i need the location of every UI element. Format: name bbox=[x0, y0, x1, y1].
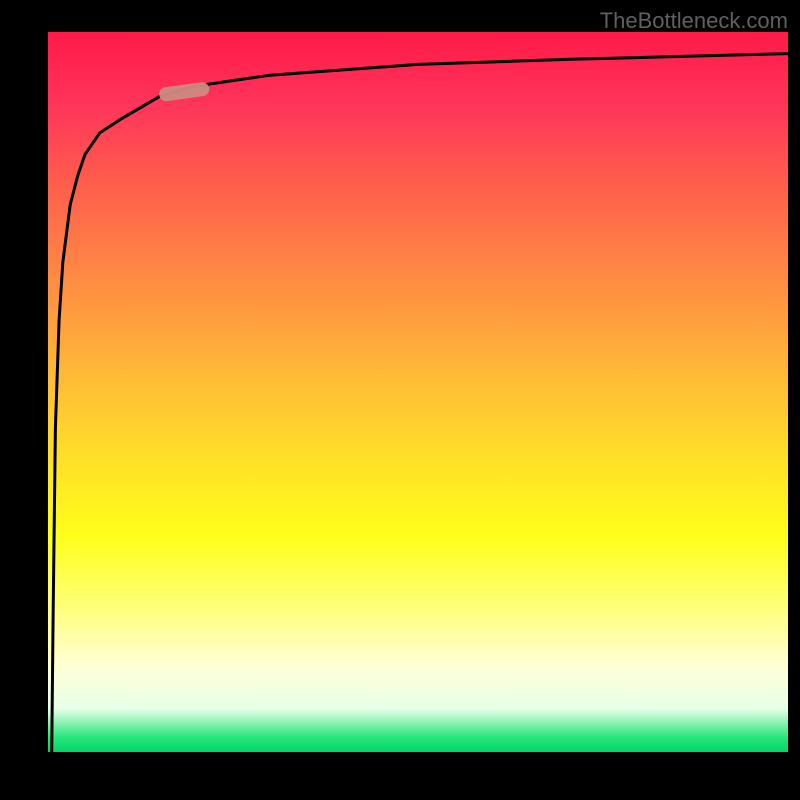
chart-svg bbox=[48, 32, 788, 752]
frame-bottom bbox=[0, 752, 800, 800]
highlight-marker bbox=[158, 81, 210, 102]
curve-line bbox=[52, 54, 788, 752]
y-axis bbox=[43, 32, 48, 752]
x-axis bbox=[43, 752, 788, 757]
watermark-text: TheBottleneck.com bbox=[600, 8, 788, 34]
frame-left bbox=[0, 0, 48, 800]
frame-right bbox=[788, 0, 800, 800]
